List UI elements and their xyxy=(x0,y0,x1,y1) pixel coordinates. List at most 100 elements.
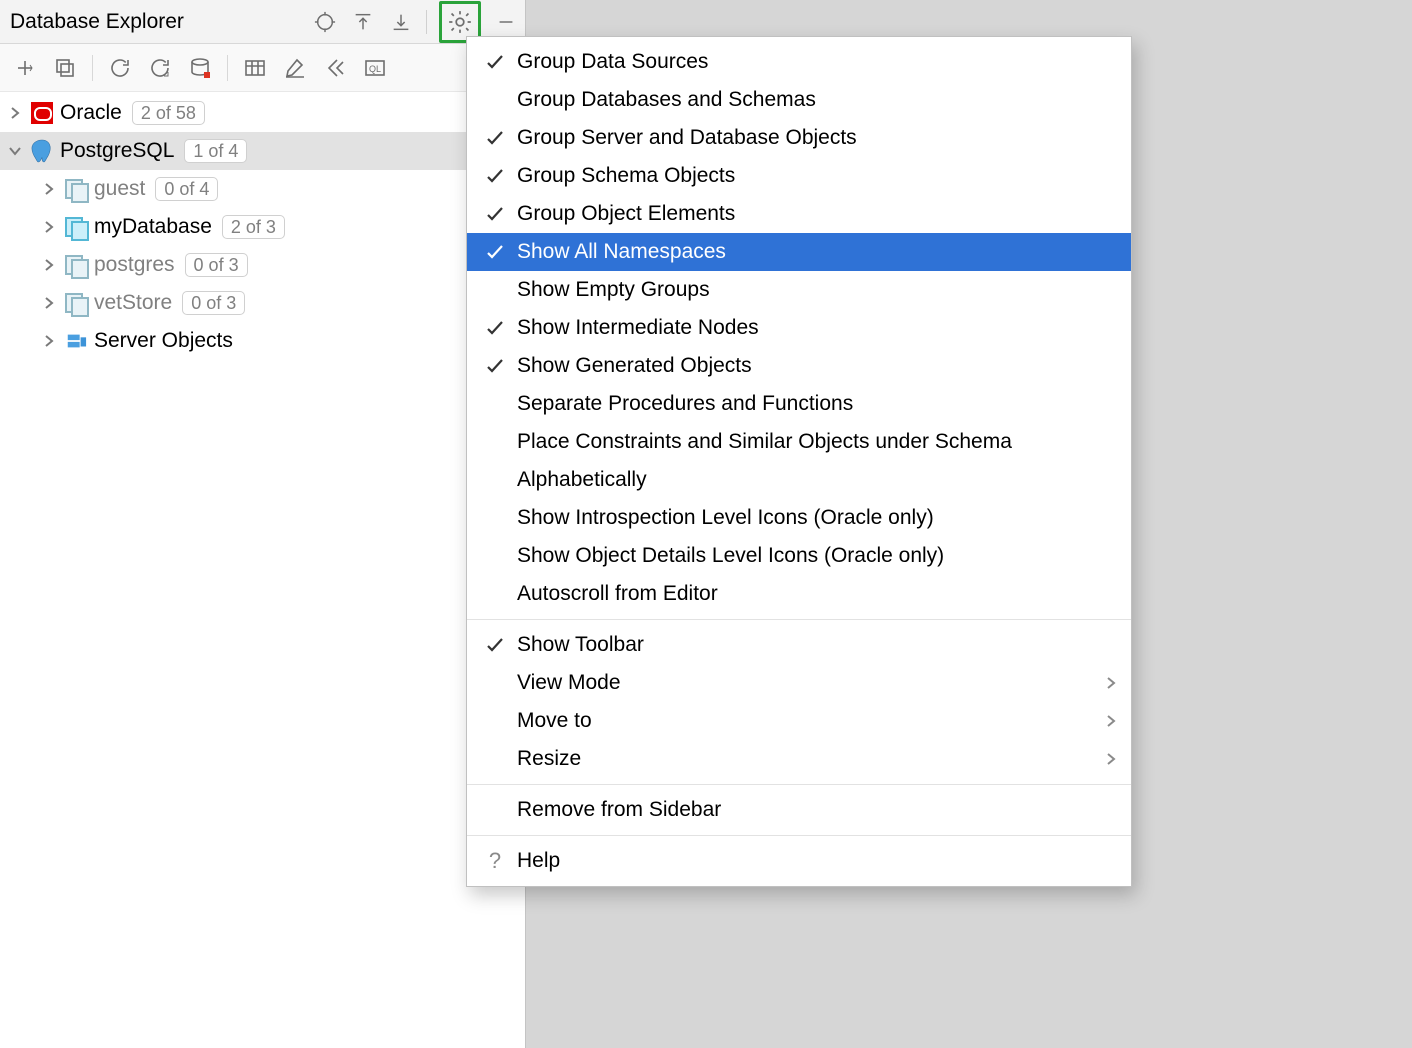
menu-separator xyxy=(467,619,1131,620)
database-explorer-panel: Database Explorer xyxy=(0,0,526,1048)
menu-item-label: Group Server and Database Objects xyxy=(517,126,1117,150)
count-badge: 0 of 3 xyxy=(182,291,245,315)
chevron-right-icon[interactable] xyxy=(6,104,24,122)
sync-settings-icon[interactable] xyxy=(145,53,175,83)
database-icon xyxy=(62,289,90,317)
menu-item-label: Group Object Elements xyxy=(517,202,1117,226)
menu-item-separate-procedures[interactable]: Separate Procedures and Functions xyxy=(467,385,1131,423)
count-badge: 1 of 4 xyxy=(184,139,247,163)
toolbar-separator xyxy=(227,55,228,81)
tree-node-postgres-db[interactable]: postgres 0 of 3 xyxy=(0,246,525,284)
ql-console-icon[interactable]: QL xyxy=(360,53,390,83)
menu-item-label: Show Introspection Level Icons (Oracle o… xyxy=(517,506,1117,530)
chevron-down-icon[interactable] xyxy=(6,142,24,160)
menu-item-show-introspection-icons[interactable]: Show Introspection Level Icons (Oracle o… xyxy=(467,499,1131,537)
submenu-chevron-icon xyxy=(1095,715,1117,727)
tree-node-guest[interactable]: guest 0 of 4 xyxy=(0,170,525,208)
menu-item-show-toolbar[interactable]: Show Toolbar xyxy=(467,626,1131,664)
menu-item-label: Alphabetically xyxy=(517,468,1117,492)
count-badge: 2 of 3 xyxy=(222,215,285,239)
check-icon xyxy=(481,205,509,223)
header-separator xyxy=(426,10,427,34)
menu-item-group-object-elements[interactable]: Group Object Elements xyxy=(467,195,1131,233)
menu-item-alphabetically[interactable]: Alphabetically xyxy=(467,461,1131,499)
settings-dropdown-menu: Group Data Sources Group Databases and S… xyxy=(466,36,1132,887)
count-badge: 2 of 58 xyxy=(132,101,205,125)
menu-item-group-server-db-objects[interactable]: Group Server and Database Objects xyxy=(467,119,1131,157)
tree-node-vetstore[interactable]: vetStore 0 of 3 xyxy=(0,284,525,322)
check-icon xyxy=(481,319,509,337)
tree-node-server-objects[interactable]: Server Objects xyxy=(0,322,525,360)
target-icon[interactable] xyxy=(312,9,338,35)
chevron-right-icon[interactable] xyxy=(40,180,58,198)
jump-icon[interactable] xyxy=(320,53,350,83)
menu-item-place-constraints[interactable]: Place Constraints and Similar Objects un… xyxy=(467,423,1131,461)
menu-separator xyxy=(467,835,1131,836)
menu-item-label: Group Data Sources xyxy=(517,50,1117,74)
submenu-chevron-icon xyxy=(1095,753,1117,765)
menu-item-group-schema-objects[interactable]: Group Schema Objects xyxy=(467,157,1131,195)
postgresql-icon xyxy=(28,137,56,165)
menu-item-show-all-namespaces[interactable]: Show All Namespaces xyxy=(467,233,1131,271)
chevron-right-icon[interactable] xyxy=(40,332,58,350)
menu-item-label: Resize xyxy=(517,747,1087,771)
menu-item-show-empty-groups[interactable]: Show Empty Groups xyxy=(467,271,1131,309)
check-icon xyxy=(481,636,509,654)
duplicate-icon[interactable] xyxy=(50,53,80,83)
menu-item-move-to[interactable]: Move to xyxy=(467,702,1131,740)
check-icon xyxy=(481,129,509,147)
menu-separator xyxy=(467,784,1131,785)
server-objects-icon xyxy=(62,327,90,355)
tree-node-oracle[interactable]: Oracle 2 of 58 xyxy=(0,94,525,132)
menu-item-autoscroll[interactable]: Autoscroll from Editor xyxy=(467,575,1131,613)
chevron-right-icon[interactable] xyxy=(40,256,58,274)
menu-item-label: Show Intermediate Nodes xyxy=(517,316,1117,340)
menu-item-label: Show Toolbar xyxy=(517,633,1117,657)
menu-item-help[interactable]: ? Help xyxy=(467,842,1131,880)
tree-node-postgresql[interactable]: PostgreSQL 1 of 4 xyxy=(0,132,525,170)
tree-node-label: myDatabase xyxy=(94,215,212,239)
panel-header: Database Explorer xyxy=(0,0,525,44)
menu-item-label: Show Empty Groups xyxy=(517,278,1117,302)
toolbar-separator xyxy=(92,55,93,81)
tree-node-label: PostgreSQL xyxy=(60,139,174,163)
menu-item-remove-from-sidebar[interactable]: Remove from Sidebar xyxy=(467,791,1131,829)
chevron-right-icon[interactable] xyxy=(40,218,58,236)
add-icon[interactable] xyxy=(10,53,40,83)
stop-icon[interactable] xyxy=(185,53,215,83)
check-icon xyxy=(481,53,509,71)
menu-item-label: Autoscroll from Editor xyxy=(517,582,1117,606)
check-icon xyxy=(481,357,509,375)
refresh-icon[interactable] xyxy=(105,53,135,83)
menu-item-show-generated-objects[interactable]: Show Generated Objects xyxy=(467,347,1131,385)
menu-item-label: Place Constraints and Similar Objects un… xyxy=(517,430,1117,454)
tree-node-label: postgres xyxy=(94,253,175,277)
tree-node-label: vetStore xyxy=(94,291,172,315)
menu-item-group-data-sources[interactable]: Group Data Sources xyxy=(467,43,1131,81)
tree-node-mydatabase[interactable]: myDatabase 2 of 3 xyxy=(0,208,525,246)
help-icon: ? xyxy=(481,848,509,874)
menu-item-label: Move to xyxy=(517,709,1087,733)
menu-item-resize[interactable]: Resize xyxy=(467,740,1131,778)
table-icon[interactable] xyxy=(240,53,270,83)
menu-item-view-mode[interactable]: View Mode xyxy=(467,664,1131,702)
collapse-all-icon[interactable] xyxy=(388,9,414,35)
oracle-icon xyxy=(28,99,56,127)
minimize-icon[interactable] xyxy=(493,9,519,35)
menu-item-label: Show Object Details Level Icons (Oracle … xyxy=(517,544,1117,568)
menu-item-show-intermediate-nodes[interactable]: Show Intermediate Nodes xyxy=(467,309,1131,347)
tree-node-label: Server Objects xyxy=(94,329,233,353)
panel-title: Database Explorer xyxy=(10,10,306,34)
expand-all-icon[interactable] xyxy=(350,9,376,35)
menu-item-show-detail-icons[interactable]: Show Object Details Level Icons (Oracle … xyxy=(467,537,1131,575)
menu-item-label: Remove from Sidebar xyxy=(517,798,1117,822)
panel-toolbar: QL xyxy=(0,44,525,92)
check-icon xyxy=(481,243,509,261)
edit-icon[interactable] xyxy=(280,53,310,83)
datasource-tree[interactable]: Oracle 2 of 58 PostgreSQL 1 of 4 guest 0… xyxy=(0,92,525,360)
menu-item-label: Show All Namespaces xyxy=(517,240,1117,264)
menu-item-label: View Mode xyxy=(517,671,1087,695)
menu-item-label: Group Schema Objects xyxy=(517,164,1117,188)
menu-item-group-databases-schemas[interactable]: Group Databases and Schemas xyxy=(467,81,1131,119)
chevron-right-icon[interactable] xyxy=(40,294,58,312)
